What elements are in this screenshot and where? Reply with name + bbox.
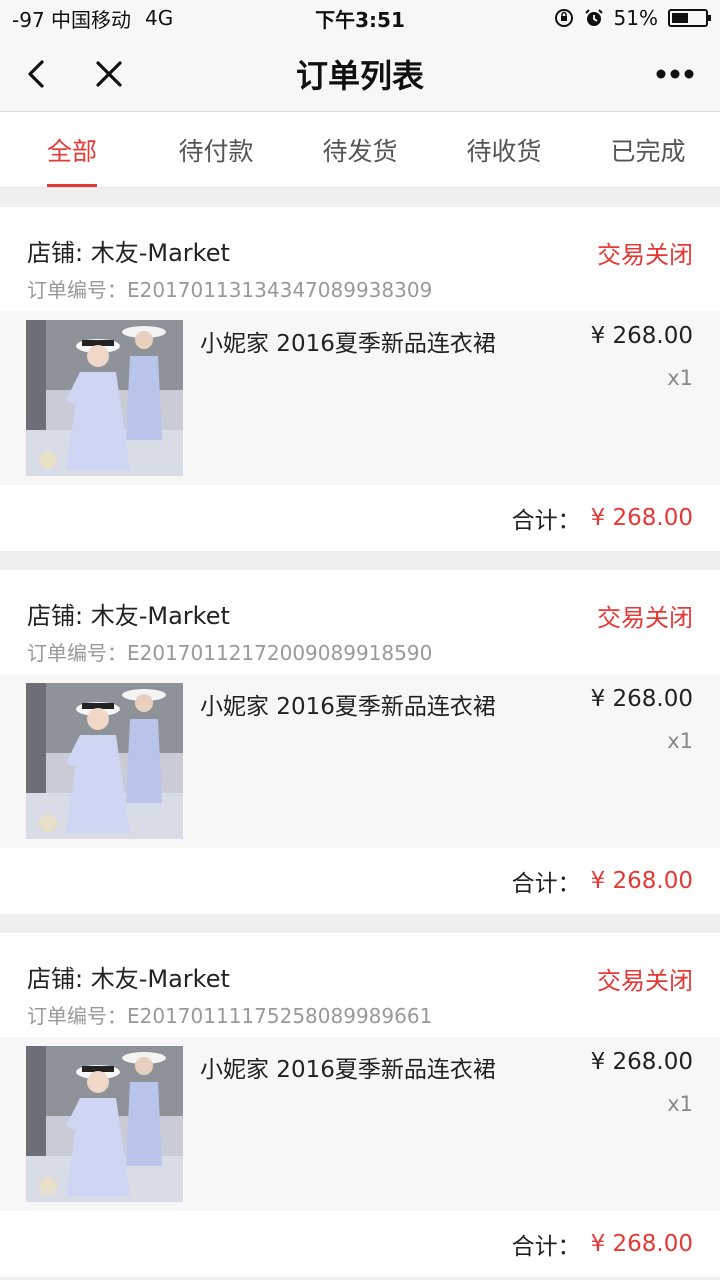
tab-pending-receipt[interactable]: 待收货: [432, 112, 576, 187]
order-number: 订单编号：E20170111175258089989661: [27, 1004, 433, 1028]
shop-name: 店铺: 木友-Market: [27, 965, 230, 993]
product-name: 小妮家 2016夏季新品连衣裙: [200, 1057, 496, 1083]
battery-icon: [668, 9, 711, 27]
tab-label: 已完成: [610, 136, 686, 166]
tab-label: 待发货: [322, 136, 398, 166]
close-icon: [96, 60, 122, 87]
order-number: 订单编号：E20170112172009089918590: [27, 641, 433, 665]
product-quantity: x1: [667, 1092, 693, 1116]
order-item[interactable]: 小妮家 2016夏季新品连衣裙 ¥ 268.00 x1: [0, 1037, 720, 1211]
order-header: 店铺: 木友-Market 订单编号：E20170111175258089989…: [0, 933, 720, 1037]
order-card[interactable]: 店铺: 木友-Market 订单编号：E20170112172009089918…: [0, 570, 720, 914]
order-footer: 合计： ¥ 268.00: [0, 1211, 720, 1277]
product-quantity: x1: [667, 729, 693, 753]
tab-all[interactable]: 全部: [0, 112, 144, 187]
product-price: ¥ 268.00: [590, 1049, 693, 1075]
status-left: -97 中国移动 4G: [12, 4, 173, 33]
battery-percent: 51%: [613, 6, 658, 30]
product-image: [26, 683, 183, 839]
total-label: 合计：: [511, 1234, 581, 1260]
order-footer: 合计： ¥ 268.00: [0, 848, 720, 914]
product-image: [26, 320, 183, 476]
more-dots-icon: [656, 69, 694, 79]
order-item[interactable]: 小妮家 2016夏季新品连衣裙 ¥ 268.00 x1: [0, 311, 720, 485]
chevron-left-icon: [28, 59, 44, 88]
total-amount: ¥ 268.00: [590, 1231, 693, 1257]
close-button[interactable]: [84, 49, 134, 99]
order-card[interactable]: 店铺: 木友-Market 订单编号：E20170113134347089938…: [0, 207, 720, 551]
product-price: ¥ 268.00: [590, 686, 693, 712]
order-card[interactable]: 店铺: 木友-Market 订单编号：E20170111175258089989…: [0, 933, 720, 1277]
order-list: 店铺: 木友-Market 订单编号：E20170113134347089938…: [0, 188, 720, 1277]
navigation-bar: 订单列表: [0, 36, 720, 112]
total-label: 合计：: [511, 871, 581, 897]
tab-pending-payment[interactable]: 待付款: [144, 112, 288, 187]
total-amount: ¥ 268.00: [590, 868, 693, 894]
network-text: 4G: [145, 6, 174, 30]
shop-name: 店铺: 木友-Market: [27, 239, 230, 267]
orientation-lock-icon: [554, 8, 574, 28]
order-number: 订单编号：E20170113134347089938309: [27, 278, 433, 302]
order-footer: 合计： ¥ 268.00: [0, 485, 720, 551]
order-header: 店铺: 木友-Market 订单编号：E20170112172009089918…: [0, 570, 720, 674]
status-right: 51%: [554, 6, 711, 30]
tab-label: 全部: [46, 136, 97, 166]
product-name: 小妮家 2016夏季新品连衣裙: [200, 331, 496, 357]
total-label: 合计：: [511, 508, 581, 534]
battery-fill: [672, 13, 689, 23]
shop-name: 店铺: 木友-Market: [27, 602, 230, 630]
carrier-text: -97 中国移动: [12, 7, 132, 32]
order-item[interactable]: 小妮家 2016夏季新品连衣裙 ¥ 268.00 x1: [0, 674, 720, 848]
product-quantity: x1: [667, 366, 693, 390]
status-bar: -97 中国移动 4G 下午3:51 51%: [0, 0, 720, 36]
order-tabs: 全部 待付款 待发货 待收货 已完成: [0, 112, 720, 188]
product-price: ¥ 268.00: [590, 323, 693, 349]
order-status: 交易关闭: [597, 241, 693, 269]
tab-label: 待收货: [466, 136, 542, 166]
product-name: 小妮家 2016夏季新品连衣裙: [200, 694, 496, 720]
tab-pending-shipment[interactable]: 待发货: [288, 112, 432, 187]
product-image: [26, 1046, 183, 1202]
order-header: 店铺: 木友-Market 订单编号：E20170113134347089938…: [0, 207, 720, 311]
more-button[interactable]: [650, 49, 700, 99]
alarm-icon: [584, 8, 604, 28]
tab-label: 待付款: [178, 136, 254, 166]
total-amount: ¥ 268.00: [590, 505, 693, 531]
order-status: 交易关闭: [597, 604, 693, 632]
order-status: 交易关闭: [597, 967, 693, 995]
back-button[interactable]: [12, 49, 62, 99]
tab-completed[interactable]: 已完成: [576, 112, 720, 187]
